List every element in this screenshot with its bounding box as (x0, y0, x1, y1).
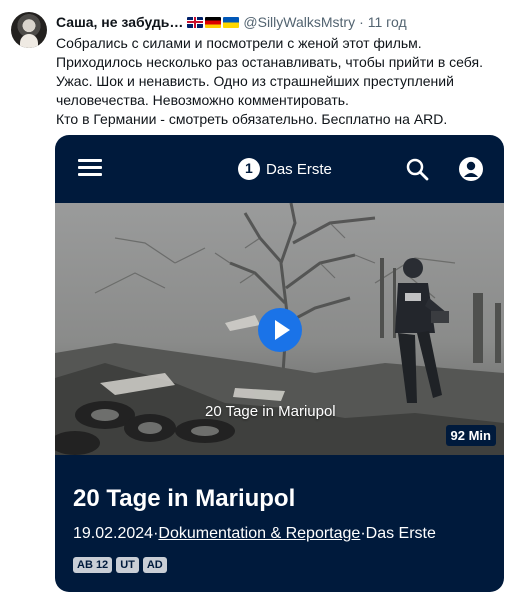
channel-name: Das Erste (365, 525, 436, 542)
video-caption: 20 Tage in Mariupol (205, 403, 336, 420)
tweet-header: Саша, не забудь… @SillyWalksMstry · 11 г… (56, 12, 407, 32)
duration-badge: 92 Min (445, 425, 496, 446)
category-link[interactable]: Dokumentation & Reportage (158, 525, 360, 543)
tweet-text-line: Ужас. Шок и ненависть. Одно из страшнейш… (56, 73, 454, 89)
audio-description-badge: AD (142, 557, 167, 573)
badges: AB 12 UT AD (73, 557, 167, 573)
author-name[interactable]: Саша, не забудь… (56, 14, 183, 30)
age-rating-badge: AB 12 (73, 557, 113, 573)
subtitles-badge: UT (116, 557, 139, 573)
tweet-text-line: Кто в Германии - смотреть обязательно. Б… (56, 111, 448, 127)
search-icon[interactable] (405, 157, 429, 181)
menu-icon[interactable] (78, 158, 102, 178)
profile-icon[interactable] (458, 156, 484, 182)
tweet-text: Собрались с силами и посмотрели с женой … (56, 34, 516, 129)
broadcast-date: 19.02.2024 (73, 525, 154, 542)
brand[interactable]: 1 Das Erste (238, 157, 332, 181)
tweet-text-line: Собрались с силами и посмотрели с женой … (56, 35, 422, 51)
tweet-text-line: человечества. Невозможно комментировать. (56, 92, 349, 108)
flags (187, 16, 240, 28)
ua-flag-icon (223, 16, 240, 28)
tweet-text-line: Приходилось несколько раз останавливать,… (56, 54, 483, 70)
gb-flag-icon (187, 16, 204, 28)
card-navbar: 1 Das Erste (55, 135, 504, 203)
card-meta: 19.02.2024 · Dokumentation & Reportage ·… (73, 525, 436, 543)
play-icon[interactable] (258, 308, 302, 352)
separator-dot: · (359, 14, 364, 30)
brand-name: Das Erste (266, 160, 332, 178)
tweet[interactable]: Саша, не забудь… @SillyWalksMstry · 11 г… (0, 0, 522, 601)
das-erste-logo-icon: 1 (238, 158, 260, 180)
de-flag-icon (205, 16, 222, 28)
timestamp[interactable]: 11 год (368, 14, 407, 30)
card-title[interactable]: 20 Tage in Mariupol (73, 485, 295, 513)
media-card[interactable]: 1 Das Erste 20 Tage in Mariupol 92 Min 2… (55, 135, 504, 592)
author-handle[interactable]: @SillyWalksMstry (243, 14, 355, 30)
video-thumbnail[interactable]: 20 Tage in Mariupol 92 Min (55, 203, 504, 455)
avatar[interactable] (11, 12, 47, 48)
